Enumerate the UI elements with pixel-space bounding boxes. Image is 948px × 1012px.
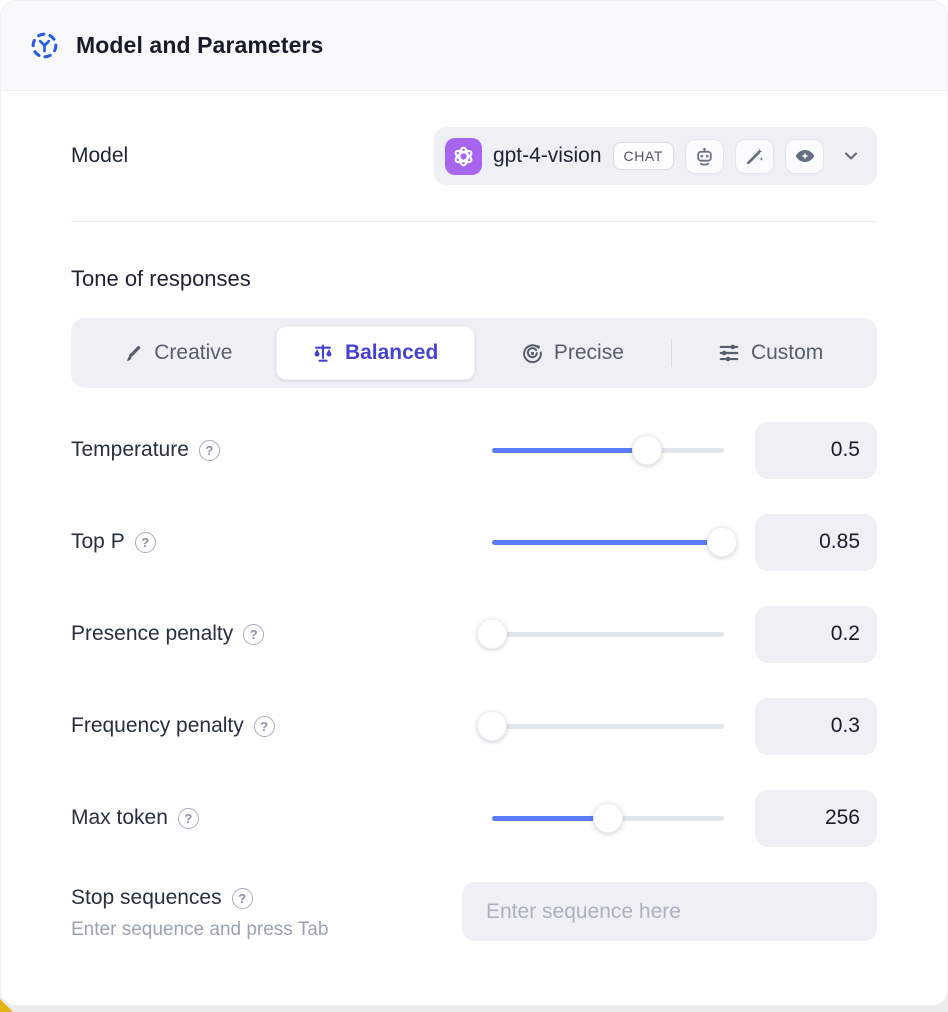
- temperature-slider[interactable]: [492, 434, 724, 466]
- help-icon[interactable]: ?: [232, 888, 253, 909]
- robot-icon: [685, 139, 724, 174]
- chevron-down-icon: [841, 146, 861, 166]
- max-token-slider[interactable]: [492, 802, 724, 834]
- tab-precise[interactable]: Precise: [475, 326, 672, 380]
- section-divider: [71, 221, 877, 222]
- presence-penalty-value[interactable]: 0.2: [755, 606, 877, 663]
- paintbrush-icon: [122, 343, 143, 364]
- slider-handle[interactable]: [632, 435, 662, 465]
- stop-sequences-hint: Enter sequence and press Tab: [71, 919, 462, 941]
- panel-title: Model and Parameters: [76, 32, 323, 59]
- tab-label: Creative: [154, 341, 232, 365]
- sliders-icon: [718, 342, 740, 364]
- tab-label: Precise: [554, 341, 624, 365]
- slider-handle[interactable]: [477, 619, 507, 649]
- tone-heading: Tone of responses: [71, 266, 877, 292]
- parameter-list: Temperature ? 0.5 Top P ? 0.85: [71, 404, 877, 864]
- stop-sequences-input[interactable]: [462, 882, 877, 941]
- top-p-value[interactable]: 0.85: [755, 514, 877, 571]
- param-label: Top P: [71, 530, 125, 554]
- scale-icon: [312, 342, 334, 364]
- model-type-badge: CHAT: [613, 142, 674, 170]
- help-icon[interactable]: ?: [199, 440, 220, 461]
- slider-handle[interactable]: [477, 711, 507, 741]
- stop-sequences-label: Stop sequences: [71, 886, 222, 910]
- magic-wand-icon: [735, 139, 774, 174]
- slider-handle[interactable]: [593, 803, 623, 833]
- stop-sequences-row: Stop sequences ? Enter sequence and pres…: [71, 882, 877, 941]
- param-label: Temperature: [71, 438, 189, 462]
- temperature-value[interactable]: 0.5: [755, 422, 877, 479]
- frequency-penalty-value[interactable]: 0.3: [755, 698, 877, 755]
- model-label: Model: [71, 144, 434, 168]
- panel-header: Model and Parameters: [1, 1, 947, 91]
- model-row: Model gpt-4-vision CHAT: [71, 127, 877, 185]
- param-label: Presence penalty: [71, 622, 233, 646]
- param-row-top-p: Top P ? 0.85: [71, 496, 877, 588]
- model-hub-icon: [29, 30, 60, 61]
- tab-creative[interactable]: Creative: [79, 326, 276, 380]
- openai-logo: [445, 138, 482, 175]
- tab-label: Balanced: [345, 341, 438, 365]
- tone-tab-group: Creative Balanced: [71, 318, 877, 388]
- param-row-frequency-penalty: Frequency penalty ? 0.3: [71, 680, 877, 772]
- presence-penalty-slider[interactable]: [492, 618, 724, 650]
- target-icon: [522, 343, 543, 364]
- model-parameters-panel: Model and Parameters Model gpt-4-vision …: [0, 0, 948, 1006]
- param-row-presence-penalty: Presence penalty ? 0.2: [71, 588, 877, 680]
- top-p-slider[interactable]: [492, 526, 724, 558]
- param-row-max-token: Max token ? 256: [71, 772, 877, 864]
- tab-custom[interactable]: Custom: [672, 326, 869, 380]
- slider-handle[interactable]: [707, 527, 737, 557]
- param-label: Frequency penalty: [71, 714, 244, 738]
- model-select-dropdown[interactable]: gpt-4-vision CHAT: [434, 127, 877, 185]
- help-icon[interactable]: ?: [254, 716, 275, 737]
- frequency-penalty-slider[interactable]: [492, 710, 724, 742]
- vision-icon: [785, 139, 824, 174]
- param-label: Max token: [71, 806, 168, 830]
- help-icon[interactable]: ?: [178, 808, 199, 829]
- tab-label: Custom: [751, 341, 823, 365]
- param-row-temperature: Temperature ? 0.5: [71, 404, 877, 496]
- help-icon[interactable]: ?: [243, 624, 264, 645]
- max-token-value[interactable]: 256: [755, 790, 877, 847]
- selected-model-name: gpt-4-vision: [493, 144, 602, 168]
- help-icon[interactable]: ?: [135, 532, 156, 553]
- tab-balanced[interactable]: Balanced: [276, 326, 475, 380]
